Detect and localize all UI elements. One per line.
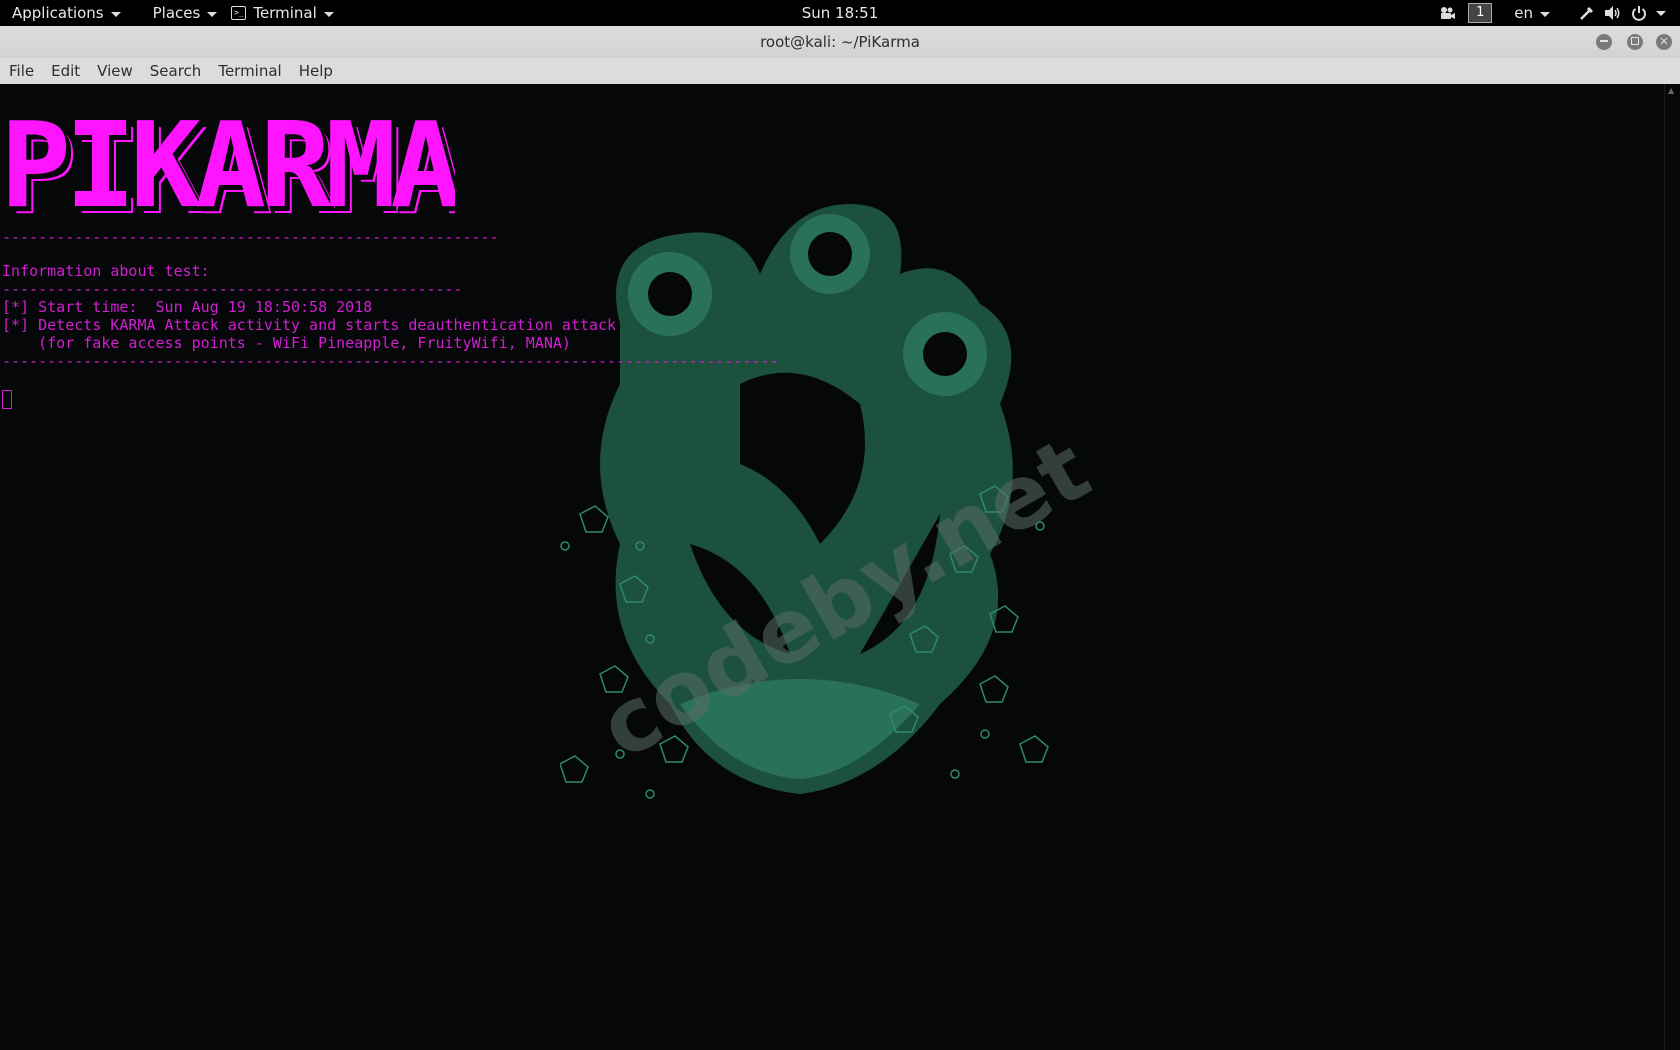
places-label: Places: [152, 4, 201, 22]
close-button[interactable]: ✕: [1656, 34, 1672, 50]
top-panel: Applications Places >_ Terminal Sun 18:5…: [0, 0, 1680, 26]
camera-icon[interactable]: [1436, 0, 1458, 26]
applications-menu[interactable]: Applications: [0, 0, 133, 26]
terminal-app-menu[interactable]: >_ Terminal: [229, 0, 345, 26]
scroll-up-arrow-icon[interactable]: ▲: [1668, 86, 1678, 95]
terminal-line: ----------------------------------------…: [2, 280, 463, 298]
maximize-icon: [1631, 37, 1639, 45]
chevron-down-icon[interactable]: [1656, 10, 1666, 16]
minimize-button[interactable]: [1596, 34, 1612, 50]
clock[interactable]: Sun 18:51: [802, 0, 879, 26]
terminal-icon: >_: [231, 6, 247, 20]
menu-search[interactable]: Search: [141, 58, 210, 84]
close-icon: ✕: [1659, 35, 1669, 48]
terminal-line: ----------------------------------------…: [2, 228, 499, 246]
terminal-line: Information about test:: [2, 262, 210, 280]
minimize-icon: [1600, 40, 1608, 42]
chevron-down-icon: [323, 11, 334, 17]
wallpaper-creature-art: codeby.net: [560, 204, 1100, 799]
menu-terminal[interactable]: Terminal: [209, 58, 289, 84]
terminal-scrollbar[interactable]: [1664, 84, 1680, 1050]
terminal-line: (for fake access points - WiFi Pineapple…: [2, 334, 571, 352]
menu-edit[interactable]: Edit: [42, 58, 88, 84]
terminal-line: ----------------------------------------…: [2, 352, 779, 370]
network-icon[interactable]: [1576, 0, 1598, 26]
menu-help[interactable]: Help: [290, 58, 341, 84]
maximize-button[interactable]: [1627, 34, 1643, 50]
volume-icon[interactable]: [1602, 0, 1624, 26]
applications-label: Applications: [12, 4, 104, 22]
workspace-indicator[interactable]: 1: [1468, 3, 1493, 23]
menu-view[interactable]: View: [88, 58, 141, 84]
chevron-down-icon: [207, 11, 218, 17]
chevron-down-icon: [110, 11, 121, 17]
terminal-area[interactable]: codeby.net PIKARMA ---------------------…: [0, 84, 1665, 1050]
window-titlebar[interactable]: root@kali: ~/PiKarma ✕: [0, 26, 1680, 58]
pikarma-ascii-banner: PIKARMA: [0, 110, 456, 225]
terminal-cursor: [2, 390, 12, 409]
terminal-line: [*] Start time: Sun Aug 19 18:50:58 2018: [2, 298, 373, 316]
terminal-app-label: Terminal: [253, 4, 317, 22]
terminal-line: [*] Detects KARMA Attack activity and st…: [2, 316, 617, 334]
places-menu[interactable]: Places: [141, 0, 230, 26]
menu-file[interactable]: File: [0, 58, 42, 84]
power-icon[interactable]: [1628, 0, 1650, 26]
language-menu[interactable]: en: [1506, 0, 1558, 26]
window-title: root@kali: ~/PiKarma: [760, 33, 920, 51]
terminal-menubar: File Edit View Search Terminal Help: [0, 58, 1680, 85]
chevron-down-icon: [1540, 11, 1550, 17]
system-tray: 1 en: [1436, 0, 1672, 26]
language-label: en: [1514, 4, 1533, 22]
